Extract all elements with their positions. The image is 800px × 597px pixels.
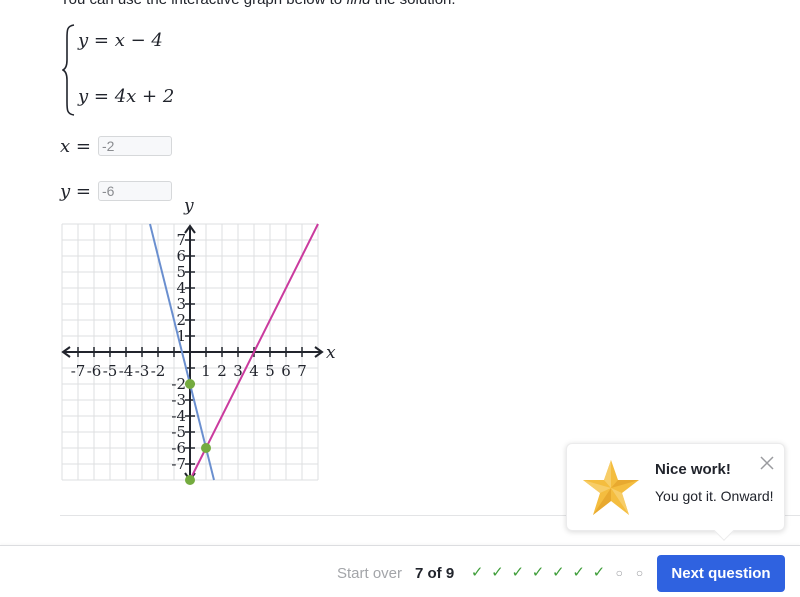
instruction-text: You can use the interactive graph below …: [60, 0, 456, 8]
exercise-footer: Start over 7 of 9 ✓ ✓ ✓ ✓ ✓ ✓ ✓ ○ ○ Next questio…: [0, 545, 800, 597]
progress-pending-icon: ○: [635, 566, 644, 580]
graph-point-handle[interactable]: [185, 475, 195, 485]
equation-1-equals: =: [93, 30, 115, 51]
equation-2: y = 4x + 2: [78, 86, 174, 107]
progress-check-icon: ✓: [511, 564, 525, 581]
x-tick-label: 1: [201, 362, 211, 380]
x-tick-label: -4: [119, 362, 134, 380]
graph-axes: [61, 224, 324, 482]
y-axis-label: y: [183, 196, 194, 216]
left-brace-icon: [62, 24, 75, 116]
instruction-text-emphasis: find: [346, 0, 370, 8]
popover-message: You got it. Onward!: [655, 488, 774, 504]
star-icon: [583, 460, 639, 515]
progress-check-icon: ✓: [552, 564, 565, 581]
graph-point-handle[interactable]: [185, 379, 195, 389]
progress-check-icon: ✓: [572, 564, 585, 581]
graph-point-handle[interactable]: [201, 443, 211, 453]
progress-indicator: ✓ ✓ ✓ ✓ ✓ ✓ ✓ ○ ○: [467, 564, 650, 582]
answer-x-input[interactable]: [98, 136, 172, 156]
x-tick-label: -5: [103, 362, 118, 380]
progress-pending-icon: ○: [615, 566, 623, 580]
popover-title: Nice work!: [655, 461, 731, 478]
equation-system: y = x − 4 y = 4x + 2: [62, 24, 262, 116]
start-over-link[interactable]: Start over: [337, 565, 402, 582]
x-tick-label: -6: [87, 362, 102, 380]
interactive-graph[interactable]: -7 -6 -5 -4 -3 -2 1 2 3 4 5 6 77654321-2-3-4-5-6-7 x…: [0, 195, 360, 495]
x-tick-label: -2: [151, 362, 166, 380]
instruction-text-start: You can use the interactive graph below …: [60, 0, 346, 8]
x-axis-label: x: [326, 343, 336, 363]
x-tick-label: -3: [135, 362, 150, 380]
equation-1-rhs: x − 4: [114, 30, 163, 51]
y-tick-label: -7: [171, 455, 186, 473]
x-tick-label: 5: [265, 362, 275, 380]
feedback-popover: Nice work! You got it. Onward!: [566, 443, 785, 541]
equation-1: y = x − 4: [78, 30, 163, 51]
progress-check-icon: ✓: [592, 564, 606, 581]
equation-2-equals: =: [93, 86, 115, 107]
x-tick-label: 7: [297, 362, 307, 380]
progress-check-icon: ✓: [531, 564, 545, 581]
progress-check-icon: ✓: [470, 564, 484, 581]
equation-2-lhs: y: [78, 86, 89, 107]
equation-1-lhs: y: [78, 30, 89, 51]
popover-tail: [714, 521, 734, 541]
equation-2-rhs: 4x + 2: [114, 86, 175, 107]
instruction-text-end: the solution.: [371, 0, 456, 8]
x-tick-label: -7: [71, 362, 86, 380]
x-tick-label: 2: [217, 362, 227, 380]
answer-row-x: x =: [60, 135, 172, 157]
x-tick-label: 4: [249, 362, 259, 380]
x-tick-label: 6: [281, 362, 291, 380]
next-question-button[interactable]: Next question: [657, 555, 785, 592]
progress-count: 7 of 9: [415, 565, 455, 582]
answer-x-label: x =: [60, 135, 91, 157]
close-icon[interactable]: [760, 456, 774, 470]
progress-check-icon: ✓: [491, 564, 504, 581]
